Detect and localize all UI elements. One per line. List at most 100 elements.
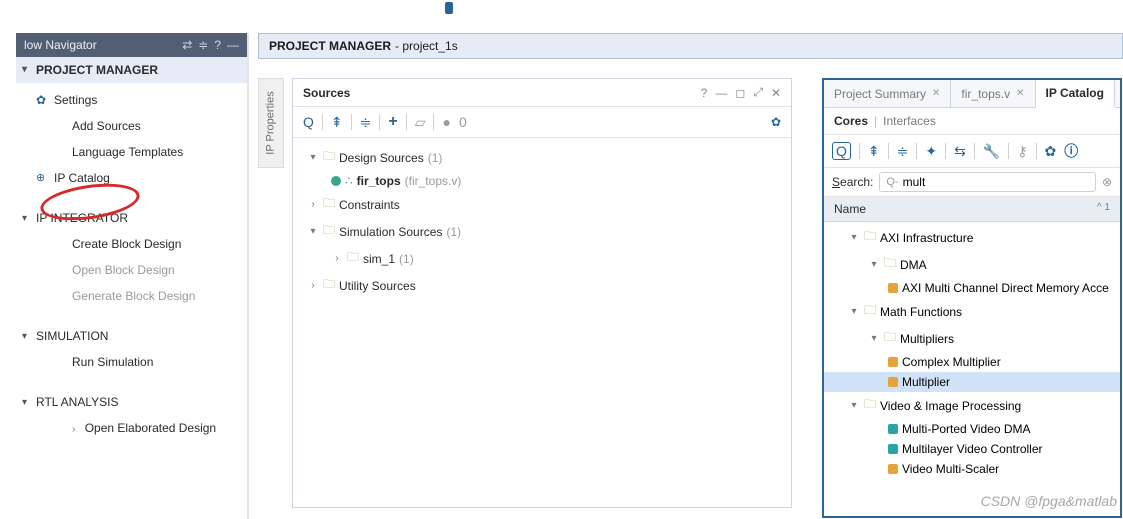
flow-navigator-title: low Navigator bbox=[24, 38, 97, 52]
search-icon[interactable]: Q bbox=[303, 114, 314, 130]
tree-label: Simulation Sources bbox=[339, 225, 442, 239]
ip-node-math-functions[interactable]: ▾ 🗀 Math Functions bbox=[824, 298, 1120, 325]
collapse-icon[interactable]: ≑ bbox=[198, 38, 208, 52]
help-icon[interactable]: ? bbox=[701, 86, 708, 100]
ip-tree-column-header[interactable]: Name ^ 1 bbox=[824, 197, 1120, 222]
nav-item-create-block-design[interactable]: Create Block Design bbox=[16, 231, 247, 257]
tab-label: Project Summary bbox=[834, 87, 926, 101]
nav-item-generate-block-design: Generate Block Design bbox=[16, 283, 247, 309]
help-icon[interactable]: ? bbox=[214, 38, 221, 52]
project-manager-header: PROJECT MANAGER - project_1s bbox=[258, 33, 1123, 59]
subtab-interfaces[interactable]: Interfaces bbox=[883, 114, 936, 128]
chevron-down-icon[interactable]: ▾ bbox=[868, 259, 880, 270]
search-input[interactable] bbox=[903, 175, 1089, 189]
search-label: Search: bbox=[832, 175, 873, 189]
ip-node-label: Multiplier bbox=[902, 375, 950, 389]
ip-node-multiplier[interactable]: Multiplier bbox=[824, 372, 1120, 392]
flow-navigator-header: low Navigator ⇄ ≑ ? — bbox=[16, 33, 247, 57]
minimize-icon[interactable]: — bbox=[715, 86, 727, 100]
nav-item-language-templates[interactable]: Language Templates bbox=[16, 139, 247, 165]
collapse-all-icon[interactable]: ⇞ bbox=[331, 114, 343, 131]
chevron-down-icon[interactable]: ▾ bbox=[307, 152, 319, 163]
tree-node-simulation-sources[interactable]: ▾ 🗀 Simulation Sources (1) bbox=[303, 218, 791, 245]
restore-icon[interactable]: ◻ bbox=[735, 86, 745, 100]
ip-node-label: Multilayer Video Controller bbox=[902, 442, 1043, 456]
chevron-right-icon[interactable]: › bbox=[307, 199, 319, 210]
tab-ip-catalog[interactable]: IP Catalog bbox=[1036, 80, 1115, 108]
subtab-cores[interactable]: Cores bbox=[834, 114, 868, 128]
nav-section-project-manager-items: ✿ Settings Add Sources Language Template… bbox=[16, 83, 247, 201]
search-icon[interactable]: Q bbox=[832, 142, 851, 160]
nav-section-simulation-header[interactable]: ▾ SIMULATION bbox=[16, 323, 247, 349]
tree-label: Utility Sources bbox=[339, 279, 416, 293]
window-drag-handle[interactable] bbox=[445, 2, 453, 14]
ip-node-label: Video Multi-Scaler bbox=[902, 462, 999, 476]
ip-node-axi-infrastructure[interactable]: ▾ 🗀 AXI Infrastructure bbox=[824, 224, 1120, 251]
chevron-down-icon[interactable]: ▾ bbox=[848, 306, 860, 317]
close-icon[interactable]: ✕ bbox=[932, 88, 940, 99]
tab-bar: Project Summary ✕ fir_tops.v ✕ IP Catalo… bbox=[824, 80, 1120, 108]
ip-settings-icon[interactable]: ⇆ bbox=[954, 143, 966, 160]
tab-project-summary[interactable]: Project Summary ✕ bbox=[824, 80, 951, 107]
ip-node-video-multi-scaler[interactable]: Video Multi-Scaler bbox=[824, 459, 1120, 479]
close-icon[interactable]: ✕ bbox=[1016, 88, 1024, 99]
ip-node-multilayer-video-controller[interactable]: Multilayer Video Controller bbox=[824, 439, 1120, 459]
close-icon[interactable]: ✕ bbox=[771, 86, 781, 100]
folder-icon: 🗀 bbox=[347, 248, 359, 269]
collapse-all-icon[interactable]: ⇞ bbox=[868, 143, 880, 160]
chevron-right-icon[interactable]: › bbox=[307, 280, 319, 291]
maximize-icon[interactable]: ⤢ bbox=[753, 85, 763, 100]
nav-section-rtl-analysis-header[interactable]: ▾ RTL ANALYSIS bbox=[16, 389, 247, 415]
tab-label: fir_tops.v bbox=[961, 87, 1010, 101]
customize-ip-icon[interactable]: ✦ bbox=[925, 143, 937, 160]
ip-node-multipliers[interactable]: ▾ 🗀 Multipliers bbox=[824, 325, 1120, 352]
chevron-down-icon[interactable]: ▾ bbox=[848, 232, 860, 243]
nav-section-project-manager[interactable]: ▾ PROJECT MANAGER bbox=[16, 57, 247, 83]
chevron-down-icon[interactable]: ▾ bbox=[868, 333, 880, 344]
nav-item-ip-catalog[interactable]: ⊕ IP Catalog bbox=[16, 165, 247, 191]
ip-node-complex-multiplier[interactable]: Complex Multiplier bbox=[824, 352, 1120, 372]
chevron-down-icon[interactable]: ▾ bbox=[307, 226, 319, 237]
folder-icon: 🗀 bbox=[864, 301, 876, 322]
link-icon[interactable]: ⚷ bbox=[1017, 143, 1027, 160]
clear-search-icon[interactable]: ⊗ bbox=[1102, 175, 1112, 189]
nav-item-label: Language Templates bbox=[72, 145, 183, 159]
ip-node-video-image-processing[interactable]: ▾ 🗀 Video & Image Processing bbox=[824, 392, 1120, 419]
tree-label: fir_tops bbox=[357, 174, 401, 188]
nav-item-label: Open Block Design bbox=[72, 263, 175, 277]
nav-item-label: Settings bbox=[54, 93, 97, 107]
ip-node-dma[interactable]: ▾ 🗀 DMA bbox=[824, 251, 1120, 278]
tab-fir-tops[interactable]: fir_tops.v ✕ bbox=[951, 80, 1035, 107]
ip-node-multi-ported-video-dma[interactable]: Multi-Ported Video DMA bbox=[824, 419, 1120, 439]
nav-section-rtl-analysis: ▾ RTL ANALYSIS › Open Elaborated Design bbox=[16, 385, 247, 451]
chevron-down-icon[interactable]: ▾ bbox=[848, 400, 860, 411]
ip-catalog-toolbar: Q ⇞ ≑ ✦ ⇆ 🔧 ⚷ ✿ ⓘ bbox=[824, 135, 1120, 168]
expand-all-icon[interactable]: ≑ bbox=[897, 143, 909, 160]
tree-node-constraints[interactable]: › 🗀 Constraints bbox=[303, 191, 791, 218]
info-icon[interactable]: ⓘ bbox=[1064, 141, 1078, 161]
nav-section-ip-integrator-header[interactable]: ▾ IP INTEGRATOR bbox=[16, 205, 247, 231]
ip-properties-tab[interactable]: IP Properties bbox=[258, 78, 284, 168]
nav-item-open-elaborated-design[interactable]: › Open Elaborated Design bbox=[16, 415, 247, 441]
separator bbox=[379, 114, 380, 130]
expand-icon[interactable]: ⇄ bbox=[182, 38, 192, 52]
wrench-icon[interactable]: 🔧 bbox=[983, 143, 1000, 160]
filter-icon[interactable]: ▱ bbox=[415, 114, 426, 131]
tree-node-fir-tops[interactable]: ∴ fir_tops (fir_tops.v) bbox=[303, 171, 791, 191]
tree-node-sim-1[interactable]: › 🗀 sim_1 (1) bbox=[303, 245, 791, 272]
tree-node-utility-sources[interactable]: › 🗀 Utility Sources bbox=[303, 272, 791, 299]
minimize-icon[interactable]: — bbox=[227, 38, 239, 52]
add-icon[interactable]: + bbox=[388, 113, 397, 131]
nav-item-settings[interactable]: ✿ Settings bbox=[16, 87, 247, 113]
gear-icon[interactable]: ✿ bbox=[1045, 143, 1057, 160]
nav-item-add-sources[interactable]: Add Sources bbox=[16, 113, 247, 139]
ip-node-axi-mcdma[interactable]: AXI Multi Channel Direct Memory Acce bbox=[824, 278, 1120, 298]
expand-all-icon[interactable]: ≑ bbox=[360, 114, 372, 131]
sources-tree: ▾ 🗀 Design Sources (1) ∴ fir_tops (fir_t… bbox=[293, 138, 791, 305]
gear-icon[interactable]: ✿ bbox=[771, 115, 781, 129]
chevron-right-icon[interactable]: › bbox=[331, 253, 343, 264]
tree-node-design-sources[interactable]: ▾ 🗀 Design Sources (1) bbox=[303, 144, 791, 171]
search-box[interactable]: Q- bbox=[879, 172, 1096, 192]
status-count: 0 bbox=[459, 114, 467, 130]
nav-item-run-simulation[interactable]: Run Simulation bbox=[16, 349, 247, 375]
